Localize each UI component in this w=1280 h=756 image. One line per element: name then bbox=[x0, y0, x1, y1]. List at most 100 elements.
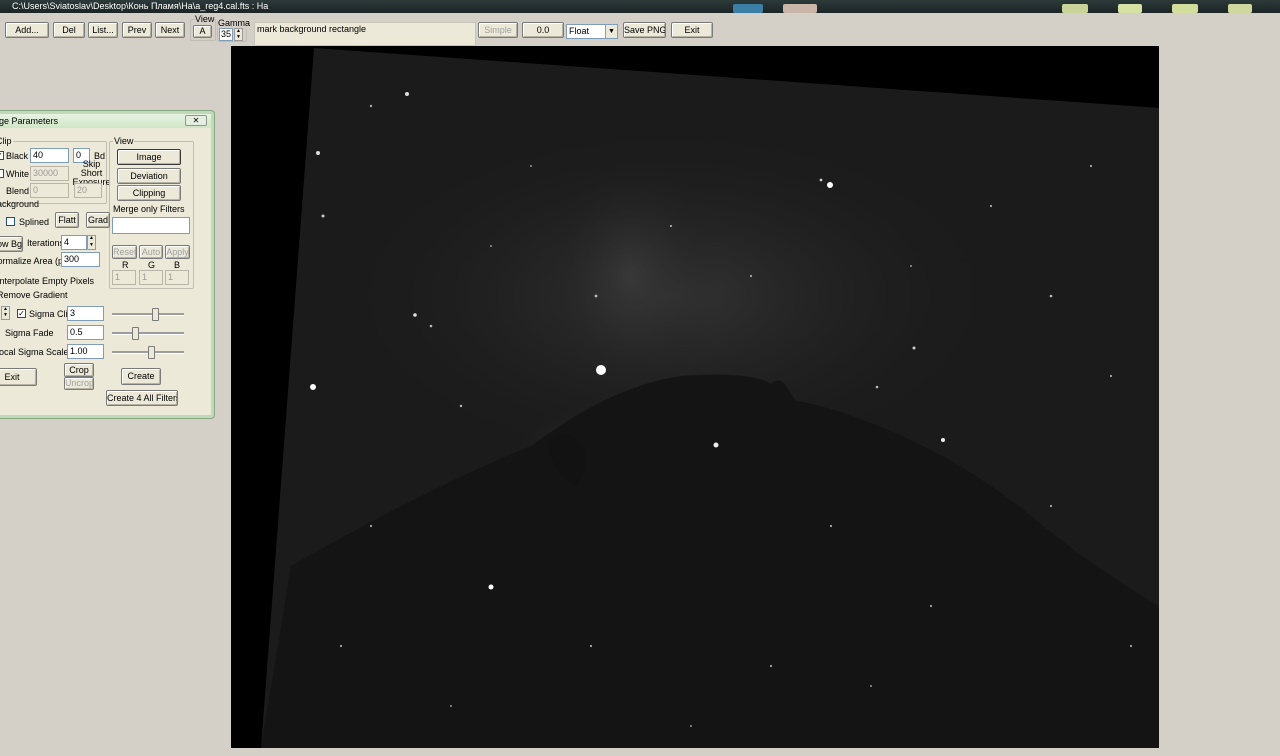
taskbar-glow bbox=[1118, 4, 1142, 13]
star bbox=[989, 204, 993, 208]
star bbox=[769, 664, 773, 668]
star bbox=[912, 346, 916, 350]
dialog-title: ge Parameters bbox=[0, 116, 59, 126]
sigma-clip-checkbox[interactable]: ✓ bbox=[17, 309, 26, 318]
star bbox=[1049, 294, 1053, 298]
window-title-bar: C:\Users\Sviatoslav\Desktop\Конь Пламя\H… bbox=[0, 0, 1280, 13]
sigma-spinner[interactable]: ▲ ▼ bbox=[1, 306, 10, 320]
iterations-spinner[interactable]: ▲ ▼ bbox=[87, 235, 96, 250]
black-input[interactable]: 40 bbox=[30, 148, 69, 163]
exit-button[interactable]: Exit bbox=[671, 22, 713, 38]
save-png-button[interactable]: Save PNG... bbox=[623, 22, 666, 38]
star bbox=[310, 384, 316, 390]
view-mode-button[interactable]: A bbox=[193, 25, 212, 38]
image-canvas[interactable] bbox=[231, 46, 1159, 748]
splined-checkbox[interactable] bbox=[6, 217, 15, 226]
gamma-input[interactable]: 35 bbox=[219, 28, 233, 41]
close-icon[interactable]: ✕ bbox=[185, 115, 207, 126]
next-button[interactable]: Next bbox=[155, 22, 185, 38]
slider-thumb[interactable] bbox=[148, 346, 155, 359]
gamma-spinner[interactable]: ▲ ▼ bbox=[234, 28, 243, 41]
star bbox=[321, 214, 325, 218]
star bbox=[870, 685, 872, 687]
star bbox=[713, 442, 719, 448]
iterations-label: Iterations bbox=[27, 238, 65, 248]
star bbox=[594, 294, 598, 298]
white-checkbox[interactable] bbox=[0, 169, 4, 178]
g-input[interactable]: 1 bbox=[139, 270, 163, 285]
sigma-clip-input[interactable]: 3 bbox=[67, 306, 104, 321]
sigma-clip-slider[interactable] bbox=[112, 308, 184, 321]
star bbox=[929, 604, 933, 608]
local-sigma-scale-slider[interactable] bbox=[112, 346, 184, 359]
slider-thumb[interactable] bbox=[152, 308, 159, 321]
view-label: View bbox=[195, 14, 215, 25]
white-label: White bbox=[6, 169, 30, 179]
star bbox=[490, 245, 492, 247]
white-input[interactable]: 30000 bbox=[30, 166, 69, 181]
star bbox=[827, 182, 833, 188]
remove-gradient-label[interactable]: Remove Gradient bbox=[0, 290, 68, 301]
star bbox=[875, 385, 879, 389]
view-panel-label: View bbox=[113, 136, 135, 146]
slider-track bbox=[112, 332, 184, 335]
star bbox=[429, 324, 433, 328]
offset-value-button[interactable]: 0.0 bbox=[522, 22, 564, 38]
view-image-button[interactable]: Image bbox=[117, 149, 181, 165]
merge-filters-input[interactable] bbox=[112, 217, 190, 234]
reset-button[interactable]: Reset bbox=[112, 245, 137, 259]
star bbox=[405, 92, 409, 96]
apply-button[interactable]: Apply bbox=[165, 245, 190, 259]
slider-thumb[interactable] bbox=[132, 327, 139, 340]
taskbar-glow bbox=[1062, 4, 1088, 13]
format-select[interactable]: Float ▼ bbox=[566, 24, 618, 39]
star bbox=[413, 313, 417, 317]
star bbox=[819, 178, 823, 182]
prev-button[interactable]: Prev bbox=[122, 22, 152, 38]
create-button[interactable]: Create bbox=[121, 368, 161, 385]
delete-button[interactable]: Del bbox=[53, 22, 85, 38]
taskbar-glow bbox=[1228, 4, 1252, 13]
sigma-fade-slider[interactable] bbox=[112, 327, 184, 340]
nebula-image[interactable] bbox=[231, 46, 1159, 748]
simple-button[interactable]: Simple bbox=[478, 22, 518, 38]
taskbar-glow bbox=[783, 4, 817, 13]
sigma-fade-label: Sigma Fade bbox=[5, 328, 54, 338]
star bbox=[369, 104, 373, 108]
blend-label: Blend bbox=[6, 186, 30, 196]
black-checkbox[interactable]: ✓ bbox=[0, 151, 4, 160]
show-bgr-button[interactable]: how Bgr bbox=[0, 236, 23, 252]
slider-track bbox=[112, 313, 184, 316]
star bbox=[1049, 504, 1053, 508]
local-sigma-scale-label: Local Sigma Scale bbox=[0, 347, 69, 357]
star bbox=[941, 438, 945, 442]
list-button[interactable]: List... bbox=[88, 22, 118, 38]
star bbox=[910, 265, 912, 267]
dialog-exit-button[interactable]: Exit bbox=[0, 368, 37, 386]
skip-exposure-input[interactable]: 20 bbox=[74, 183, 102, 198]
normalize-area-input[interactable]: 300 bbox=[61, 252, 100, 267]
interpolate-empty-pixels-label[interactable]: Interpolate Empty Pixels bbox=[0, 276, 94, 287]
chevron-down-icon[interactable]: ▼ bbox=[605, 25, 617, 38]
uncrop-button[interactable]: Uncrop bbox=[64, 377, 94, 390]
sigma-fade-input[interactable]: 0.5 bbox=[67, 325, 104, 340]
crop-button[interactable]: Crop bbox=[64, 363, 94, 377]
window-title: C:\Users\Sviatoslav\Desktop\Конь Пламя\H… bbox=[12, 1, 269, 11]
merge-only-filters-label: Merge only Filters bbox=[113, 204, 185, 214]
clip-group-label: Clip bbox=[0, 136, 13, 146]
star bbox=[1129, 644, 1133, 648]
local-sigma-scale-input[interactable]: 1.00 bbox=[67, 344, 104, 359]
iterations-input[interactable]: 4 bbox=[61, 235, 87, 250]
grad-button[interactable]: Grad bbox=[86, 212, 110, 228]
r-input[interactable]: 1 bbox=[112, 270, 136, 285]
blend-input[interactable]: 0 bbox=[30, 183, 69, 198]
add-button[interactable]: Add... bbox=[5, 22, 49, 38]
splined-label: Splined bbox=[19, 217, 50, 227]
view-deviation-button[interactable]: Deviation bbox=[117, 168, 181, 184]
dialog-title-bar: ge Parameters ✕ bbox=[0, 114, 211, 128]
create-all-filters-button[interactable]: Create 4 All Filters bbox=[106, 390, 178, 406]
auto-button[interactable]: Auto bbox=[139, 245, 163, 259]
view-clipping-button[interactable]: Clipping bbox=[117, 185, 181, 201]
b-input[interactable]: 1 bbox=[165, 270, 189, 285]
flatt-button[interactable]: Flatt bbox=[55, 212, 79, 228]
